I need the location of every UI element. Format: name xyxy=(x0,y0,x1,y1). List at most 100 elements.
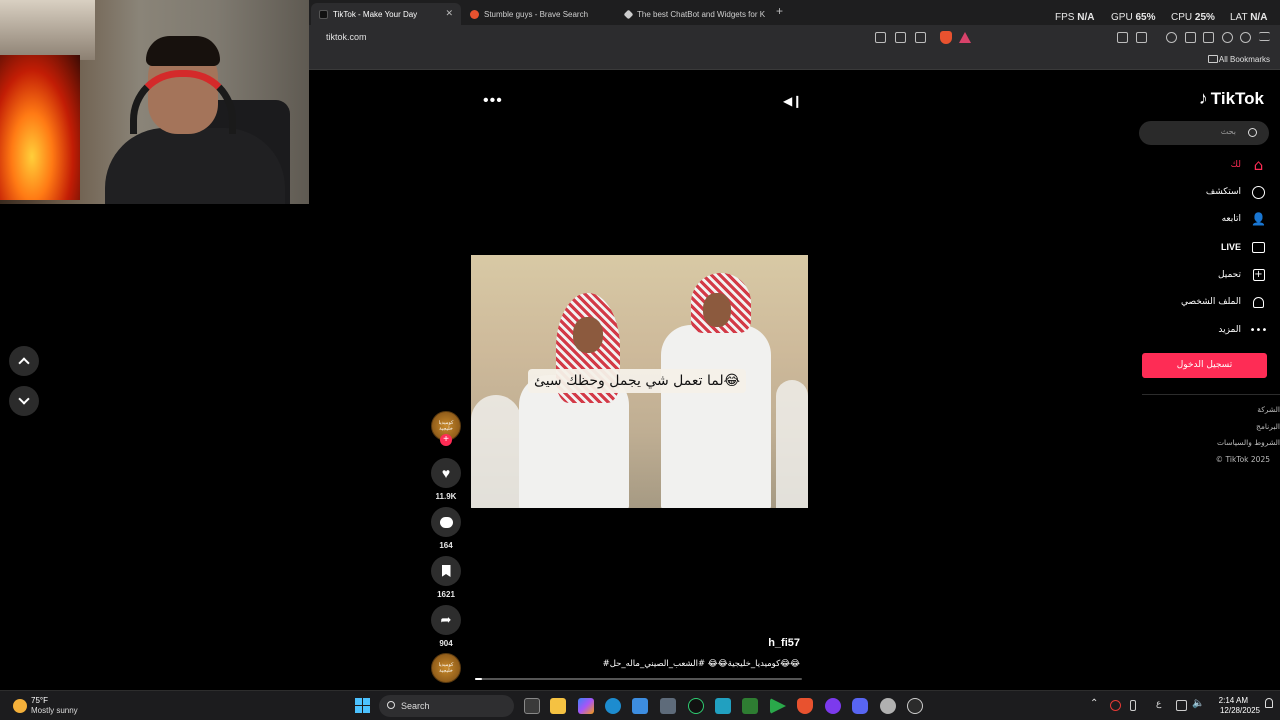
search-icon xyxy=(387,701,395,709)
mail-icon[interactable] xyxy=(660,698,676,714)
pycharm-icon[interactable] xyxy=(715,698,731,714)
save-count: 1621 xyxy=(437,590,455,599)
tab-tiktok[interactable]: TikTok - Make Your Day ✕ xyxy=(311,3,461,25)
clock-time[interactable]: 2:14 AM xyxy=(1219,696,1248,705)
speaker-icon[interactable]: 🔈 xyxy=(1192,698,1204,709)
sidebar-divider xyxy=(1142,394,1280,395)
steam-icon[interactable] xyxy=(880,698,896,714)
share-arrow-icon: ➦ xyxy=(440,612,452,627)
share-button[interactable]: ➦ xyxy=(431,605,461,635)
leo-ai-icon[interactable] xyxy=(1222,32,1233,43)
nav-more[interactable]: المزيد ••• xyxy=(1218,320,1268,340)
nav-live[interactable]: LIVE xyxy=(1221,237,1266,257)
copilot-icon[interactable] xyxy=(578,698,594,714)
extensions-icon[interactable] xyxy=(1117,32,1128,43)
play-app-icon[interactable] xyxy=(770,698,786,714)
clock-date[interactable]: 12/28/2025 xyxy=(1220,706,1260,715)
taskbar-search[interactable]: Search xyxy=(379,695,514,717)
chevron-up-icon xyxy=(18,357,30,369)
home-icon: ⌂ xyxy=(1253,156,1264,174)
brave-shield-icon[interactable] xyxy=(940,31,952,44)
search-icon[interactable] xyxy=(1248,128,1257,137)
video-progress-fill xyxy=(475,678,482,680)
perf-cpu: CPU 25% xyxy=(1171,12,1215,23)
discord-icon[interactable] xyxy=(852,698,868,714)
brave-rewards-icon[interactable] xyxy=(959,32,971,43)
address-bar: tiktok.com xyxy=(309,25,1280,50)
brave-browser-icon[interactable] xyxy=(797,698,813,714)
cast-icon[interactable] xyxy=(895,32,906,43)
video-hashtags[interactable]: #كوميديا_خليجية😂😂 #الشعب_الصيني_ماله_حل😂… xyxy=(603,659,800,669)
profile-icon xyxy=(1251,295,1266,310)
obs-icon[interactable] xyxy=(825,698,841,714)
app-i-icon[interactable] xyxy=(688,698,704,714)
nav-upload[interactable]: تحميل + xyxy=(1218,265,1266,285)
like-button[interactable]: ♥ xyxy=(431,458,461,488)
login-button[interactable]: تسجيل الدخول xyxy=(1142,353,1267,378)
tray-app-icon[interactable] xyxy=(1110,700,1121,711)
nav-explore[interactable]: استكشف xyxy=(1206,182,1266,202)
video-caption-overlay: لما تعمل شي يجمل وحظك سيئ😂 xyxy=(528,369,746,393)
footer-link-company[interactable]: الشركة xyxy=(1257,405,1280,414)
search-input[interactable]: بحث xyxy=(1139,121,1269,145)
more-options-icon[interactable]: ••• xyxy=(483,92,503,110)
store-icon[interactable] xyxy=(632,698,648,714)
edge-icon[interactable] xyxy=(605,698,621,714)
footer-link-program[interactable]: البرنامج xyxy=(1256,422,1280,431)
weather-description[interactable]: Mostly sunny xyxy=(31,706,78,715)
headset-image xyxy=(130,70,236,134)
follow-button[interactable]: + xyxy=(440,434,452,446)
tab-brave-search[interactable]: Stumble guys - Brave Search xyxy=(462,3,612,25)
start-button[interactable] xyxy=(355,698,370,713)
nvidia-icon[interactable] xyxy=(742,698,758,714)
nav-label: LIVE xyxy=(1220,242,1241,252)
url-field[interactable]: tiktok.com xyxy=(326,32,367,42)
video-progress-bar[interactable] xyxy=(475,678,802,680)
notification-bell-icon[interactable] xyxy=(1265,698,1273,708)
weather-temperature[interactable]: 75°F xyxy=(31,696,48,705)
bookmarks-bar: All Bookmarks xyxy=(309,50,1280,70)
next-video-button[interactable] xyxy=(9,386,39,416)
nav-following[interactable]: اتابعه 👤 xyxy=(1222,209,1266,229)
reader-mode-icon[interactable] xyxy=(875,32,886,43)
all-bookmarks-button[interactable]: All Bookmarks xyxy=(1219,55,1270,64)
microphone-icon[interactable] xyxy=(1130,700,1136,711)
settings-gear-icon[interactable] xyxy=(907,698,923,714)
tab-chatbot[interactable]: The best ChatBot and Widgets for K xyxy=(617,3,767,25)
language-indicator[interactable]: ع xyxy=(1156,699,1161,709)
nav-label: استكشف xyxy=(1205,187,1241,197)
file-explorer-icon[interactable] xyxy=(550,698,566,714)
more-icon: ••• xyxy=(1249,324,1268,336)
chevron-up-icon[interactable]: ⌃ xyxy=(1090,698,1098,709)
volume-icon[interactable]: ◀❙ xyxy=(783,94,802,108)
new-tab-button[interactable]: + xyxy=(776,4,783,18)
bookmark-icon xyxy=(441,565,451,577)
upload-icon: + xyxy=(1252,269,1265,281)
avatar-text: كوميديا خليجية xyxy=(438,662,454,674)
screenshot-icon[interactable] xyxy=(1136,32,1147,43)
close-tab-icon[interactable]: ✕ xyxy=(445,8,453,19)
vpn-shield-icon[interactable] xyxy=(1240,32,1251,43)
footer-link-terms[interactable]: الشروط والسياسات xyxy=(1217,438,1280,447)
comment-icon xyxy=(439,516,453,528)
menu-icon[interactable] xyxy=(1259,32,1270,41)
previous-video-button[interactable] xyxy=(9,346,39,376)
task-view-icon[interactable] xyxy=(524,698,540,714)
save-button[interactable] xyxy=(431,556,461,586)
nav-for-you[interactable]: لك ⌂ xyxy=(1231,155,1266,175)
nav-profile[interactable]: الملف الشخصي xyxy=(1181,292,1266,312)
sidebar-toggle-icon[interactable] xyxy=(1185,32,1196,43)
network-icon[interactable] xyxy=(1176,700,1187,711)
video-username[interactable]: h_fi57 xyxy=(768,637,800,649)
music-disc-avatar[interactable]: كوميديا خليجية xyxy=(431,653,461,683)
logo-text: TikTok xyxy=(1210,88,1264,108)
share-icon[interactable] xyxy=(915,32,926,43)
nav-label: الملف الشخصي xyxy=(1181,297,1241,307)
tiktok-logo[interactable]: ♪ TikTok xyxy=(1199,88,1264,109)
wallet-icon[interactable] xyxy=(1203,32,1214,43)
fireplace-image xyxy=(0,55,80,200)
media-icon[interactable] xyxy=(1166,32,1177,43)
comment-button[interactable] xyxy=(431,507,461,537)
avatar-text: كوميديا خليجية xyxy=(438,420,454,432)
weather-sun-icon[interactable] xyxy=(13,699,27,713)
